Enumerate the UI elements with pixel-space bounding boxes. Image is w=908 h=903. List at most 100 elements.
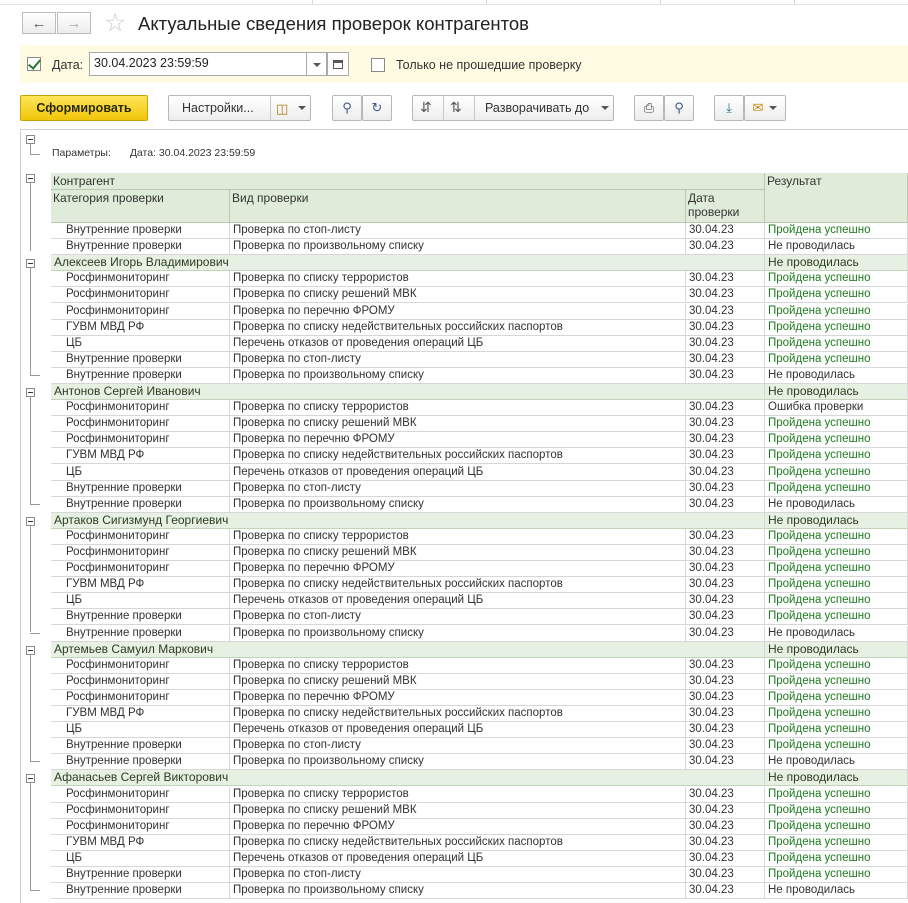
table-row[interactable]: Внутренние проверки Проверка по стоп-лист… <box>51 223 908 239</box>
group-row[interactable]: Антонов Сергей Иванович Не проводилась <box>51 384 908 400</box>
table-row[interactable]: ГУВМ МВД РФ Проверка по списку недействит… <box>51 706 908 722</box>
cell-result: Пройдена успешно <box>765 561 908 578</box>
tree-line <box>30 183 31 252</box>
table-row[interactable]: Внутренние проверки Проверка по стоп-лист… <box>51 738 908 755</box>
group-result: Не проводилась <box>765 770 908 787</box>
table-row[interactable]: ГУВМ МВД РФ Проверка по списку недействит… <box>51 319 908 336</box>
toolbar-separator <box>474 96 475 120</box>
table-row[interactable]: Росфинмониторинг Проверка по списку терро… <box>51 786 908 803</box>
cell-category: Внутренние проверки <box>51 609 230 626</box>
calendar-button[interactable] <box>327 52 349 76</box>
cell-result: Пройдена успешно <box>765 786 908 803</box>
cell-category: ГУВМ МВД РФ <box>51 834 230 851</box>
table-row[interactable]: Росфинмониторинг Проверка по списку решен… <box>51 545 908 561</box>
preview-button[interactable]: ⚲ <box>664 95 694 121</box>
cell-date: 30.04.23 <box>686 351 765 368</box>
search-next-icon: ↻ <box>371 100 383 115</box>
params-label: Параметры: <box>52 147 111 159</box>
collapse-group-icon[interactable] <box>26 774 35 784</box>
table-row[interactable]: Росфинмониторинг Проверка по перечню ФРОМ… <box>51 818 908 835</box>
expand-group: ⇵ ⇅ Разворачивать до <box>412 95 614 121</box>
collapse-group-icon[interactable] <box>26 259 35 269</box>
chevron-down-icon[interactable] <box>601 106 609 114</box>
collapse-group-icon[interactable] <box>26 388 35 397</box>
cell-type: Проверка по произвольному списку <box>230 367 686 384</box>
search-icon: ⚲ <box>342 100 352 115</box>
collapse-group-icon[interactable] <box>26 516 35 526</box>
cell-category: Росфинмониторинг <box>51 303 230 320</box>
table-row[interactable]: Внутренние проверки Проверка по произволь… <box>51 754 908 771</box>
table-row[interactable]: ГУВМ МВД РФ Проверка по списку недействит… <box>51 577 908 594</box>
cell-category: ЦБ <box>51 593 230 610</box>
table-row[interactable]: Росфинмониторинг Проверка по списку решен… <box>51 673 908 690</box>
expand-to-button[interactable]: Разворачивать до <box>485 101 589 115</box>
table-row[interactable]: Внутренние проверки Проверка по произволь… <box>51 496 908 513</box>
cell-result: Пройдена успешно <box>765 834 908 851</box>
collapse-all-icon[interactable]: ⇅ <box>450 99 462 116</box>
collapse-group-icon[interactable] <box>26 645 35 655</box>
table-row[interactable]: ГУВМ МВД РФ Проверка по списку недействит… <box>51 448 908 465</box>
settings-button[interactable]: Настройки... <box>182 101 254 115</box>
cell-date: 30.04.23 <box>686 223 765 239</box>
table-row[interactable]: ГУВМ МВД РФ Проверка по списку недействит… <box>51 834 908 851</box>
variant-icon[interactable]: ◫ <box>276 101 288 117</box>
table-row[interactable]: Росфинмониторинг Проверка по списку терро… <box>51 400 908 417</box>
top-strip-segment <box>486 0 661 4</box>
cell-category: Внутренние проверки <box>51 738 230 755</box>
date-input[interactable]: 30.04.2023 23:59:59 <box>89 52 307 76</box>
find-button[interactable]: ⚲ <box>332 95 362 121</box>
cell-date: 30.04.23 <box>686 448 765 465</box>
cell-category: Росфинмониторинг <box>51 818 230 835</box>
table-row[interactable]: ЦБ Перечень отказов от проведения операци… <box>51 593 908 610</box>
group-row[interactable]: Алексеев Игорь Владимирович Не проводилас… <box>51 255 908 272</box>
table-row[interactable]: Росфинмониторинг Проверка по списку терро… <box>51 528 908 545</box>
cell-type: Проверка по списку недействительных росс… <box>230 448 686 465</box>
back-button[interactable]: ← <box>22 12 56 34</box>
favorite-star-icon[interactable]: ☆ <box>104 8 126 38</box>
table-row[interactable]: Росфинмониторинг Проверка по списку решен… <box>51 287 908 304</box>
table-row[interactable]: Внутренние проверки Проверка по стоп-лист… <box>51 609 908 626</box>
cell-type: Проверка по списку недействительных росс… <box>230 834 686 851</box>
cell-category: Внутренние проверки <box>51 867 230 883</box>
date-checkbox[interactable] <box>27 57 41 71</box>
cell-type: Проверка по произвольному списку <box>230 239 686 256</box>
group-row[interactable]: Афанасьев Сергей Викторович Не проводилас… <box>51 770 908 787</box>
save-button[interactable]: ⤓ <box>714 95 744 121</box>
collapse-params-icon[interactable] <box>26 135 35 144</box>
chevron-down-icon[interactable] <box>298 106 306 114</box>
only-failed-checkbox[interactable] <box>371 58 385 72</box>
table-row[interactable]: Росфинмониторинг Проверка по перечню ФРОМ… <box>51 303 908 320</box>
table-row[interactable]: Росфинмониторинг Проверка по перечню ФРОМ… <box>51 689 908 706</box>
table-row[interactable]: Внутренние проверки Проверка по произволь… <box>51 367 908 384</box>
table-row[interactable]: ЦБ Перечень отказов от проведения операци… <box>51 722 908 739</box>
table-row[interactable]: ЦБ Перечень отказов от проведения операци… <box>51 464 908 481</box>
generate-button[interactable]: Сформировать <box>20 95 148 121</box>
date-dropdown-button[interactable] <box>307 52 327 76</box>
cell-result: Пройдена успешно <box>765 319 908 336</box>
send-email-button[interactable]: ✉ <box>744 95 786 121</box>
expand-all-icon[interactable]: ⇵ <box>420 99 432 116</box>
table-row[interactable]: Внутренние проверки Проверка по произволь… <box>51 883 908 900</box>
table-row[interactable]: ЦБ Перечень отказов от проведения операци… <box>51 850 908 867</box>
table-row[interactable]: Внутренние проверки Проверка по стоп-лист… <box>51 867 908 883</box>
table-row[interactable]: Росфинмониторинг Проверка по списку терро… <box>51 657 908 674</box>
print-button[interactable]: ⎙ <box>634 95 664 121</box>
table-row[interactable]: Росфинмониторинг Проверка по списку решен… <box>51 416 908 433</box>
table-row[interactable]: Внутренние проверки Проверка по произволь… <box>51 625 908 642</box>
find-next-button[interactable]: ↻ <box>362 95 392 121</box>
table-row[interactable]: Внутренние проверки Проверка по стоп-лист… <box>51 480 908 497</box>
tree-line <box>30 525 31 633</box>
collapse-all-groups-icon[interactable] <box>26 174 35 183</box>
table-row[interactable]: Внутренние проверки Проверка по стоп-лист… <box>51 351 908 368</box>
table-row[interactable]: Росфинмониторинг Проверка по списку решен… <box>51 802 908 819</box>
forward-button[interactable]: → <box>57 12 91 34</box>
group-row[interactable]: Артемьев Самуил Маркович Не проводилась <box>51 641 908 658</box>
cell-date: 30.04.23 <box>686 609 765 626</box>
table-row[interactable]: Внутренние проверки Проверка по произволь… <box>51 239 908 256</box>
group-row[interactable]: Артаков Сигизмунд Георгиевич Не проводила… <box>51 512 908 529</box>
table-row[interactable]: ЦБ Перечень отказов от проведения операци… <box>51 335 908 352</box>
table-row[interactable]: Росфинмониторинг Проверка по перечню ФРОМ… <box>51 561 908 578</box>
table-row[interactable]: Росфинмониторинг Проверка по перечню ФРОМ… <box>51 432 908 449</box>
table-row[interactable]: Росфинмониторинг Проверка по списку терро… <box>51 271 908 288</box>
cell-category: Внутренние проверки <box>51 625 230 642</box>
